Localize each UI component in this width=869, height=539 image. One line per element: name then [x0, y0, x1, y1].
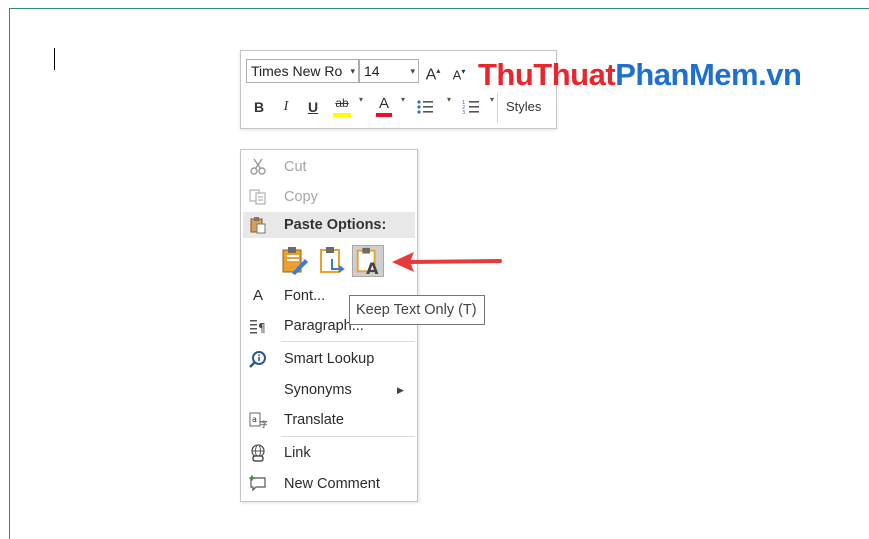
menu-item-translate[interactable]: a 字 Translate	[241, 406, 417, 434]
menu-item-label: Link	[284, 445, 311, 461]
grow-font-icon: A	[425, 66, 437, 84]
red-arrow-icon	[392, 252, 502, 272]
menu-item-cut[interactable]: Cut	[241, 153, 417, 181]
paste-options-label: Paste Options:	[284, 217, 387, 233]
tooltip: Keep Text Only (T)	[349, 295, 485, 325]
font-size-value: 14	[364, 63, 380, 79]
menu-item-label: Synonyms	[284, 382, 352, 398]
font-name-value: Times New Ro	[251, 63, 343, 79]
underline-button[interactable]: U	[305, 95, 321, 119]
menu-item-label: Font...	[284, 288, 326, 304]
font-color-icon: A	[378, 95, 389, 112]
font-name-combo[interactable]: Times New Ro ▾	[246, 59, 359, 83]
menu-divider	[281, 341, 415, 342]
menu-item-synonyms[interactable]: Synonyms ▶	[241, 376, 417, 404]
menu-divider	[281, 436, 415, 437]
smart-lookup-icon	[249, 351, 266, 368]
clipboard-icon	[250, 217, 266, 234]
paste-keep-formatting-icon	[282, 247, 308, 275]
numbering-button[interactable]: 1 2 3	[461, 95, 481, 119]
font-size-combo[interactable]: 14 ▾	[359, 59, 419, 83]
chevron-down-icon[interactable]: ▾	[401, 95, 405, 104]
paste-merge-formatting-icon	[320, 247, 345, 273]
toolbar-divider	[497, 93, 498, 123]
menu-item-label: New Comment	[284, 476, 380, 492]
watermark-part-3: .vn	[758, 57, 802, 92]
numbered-list-icon: 1 2 3	[462, 100, 479, 116]
svg-text:3: 3	[462, 110, 465, 116]
menu-item-smart-lookup[interactable]: Smart Lookup	[241, 345, 417, 373]
paste-merge-formatting-button[interactable]	[316, 245, 348, 277]
watermark-part-2: PhanMem	[615, 57, 759, 92]
grow-font-button[interactable]: A▴	[425, 59, 441, 83]
highlight-icon: ab	[335, 96, 349, 110]
highlight-button[interactable]: ab	[331, 93, 353, 119]
paragraph-icon: ¶	[250, 320, 266, 335]
font-icon: A	[252, 287, 263, 304]
menu-item-label: Smart Lookup	[284, 351, 375, 367]
menu-item-copy[interactable]: Copy	[241, 183, 417, 211]
shrink-font-button[interactable]: A▾	[451, 60, 467, 84]
italic-button[interactable]: I	[278, 95, 294, 119]
menu-item-label: Cut	[284, 159, 307, 175]
menu-item-new-comment[interactable]: New Comment	[241, 470, 417, 498]
svg-text:a: a	[252, 415, 257, 424]
paste-keep-text-only-button[interactable]: A	[352, 245, 384, 278]
context-menu: Cut Copy Paste Options: A A Font... ¶ Pa…	[240, 149, 418, 502]
scissors-icon	[250, 158, 266, 175]
paste-keep-source-formatting-button[interactable]	[278, 245, 310, 277]
translate-icon: a 字	[249, 412, 267, 429]
watermark-logo: ThuThuatPhanMem.vn	[478, 55, 802, 95]
font-color-button[interactable]: A	[373, 93, 395, 119]
styles-button[interactable]: Styles	[506, 95, 541, 119]
chevron-down-icon[interactable]: ▾	[359, 95, 363, 104]
svg-text:A: A	[366, 259, 379, 276]
copy-icon	[249, 189, 266, 205]
menu-item-label: Copy	[284, 189, 318, 205]
svg-text:¶: ¶	[258, 321, 266, 335]
chevron-down-icon[interactable]: ▾	[410, 60, 415, 82]
menu-item-link[interactable]: Link	[241, 439, 417, 467]
paste-options-header: Paste Options:	[243, 212, 415, 238]
bullets-button[interactable]	[415, 95, 435, 119]
chevron-down-icon[interactable]: ▾	[350, 60, 355, 82]
new-comment-icon	[249, 475, 266, 492]
watermark-part-1: ThuThuat	[478, 57, 616, 92]
link-icon	[251, 444, 265, 462]
paste-text-only-icon: A	[356, 247, 379, 278]
text-cursor	[54, 48, 55, 70]
chevron-down-icon[interactable]: ▾	[490, 95, 494, 104]
bold-button[interactable]: B	[250, 95, 268, 119]
svg-text:字: 字	[260, 419, 267, 429]
bullet-list-icon	[417, 100, 433, 114]
menu-item-label: Translate	[284, 412, 344, 428]
submenu-arrow-icon: ▶	[397, 385, 404, 395]
chevron-down-icon[interactable]: ▾	[447, 95, 451, 104]
